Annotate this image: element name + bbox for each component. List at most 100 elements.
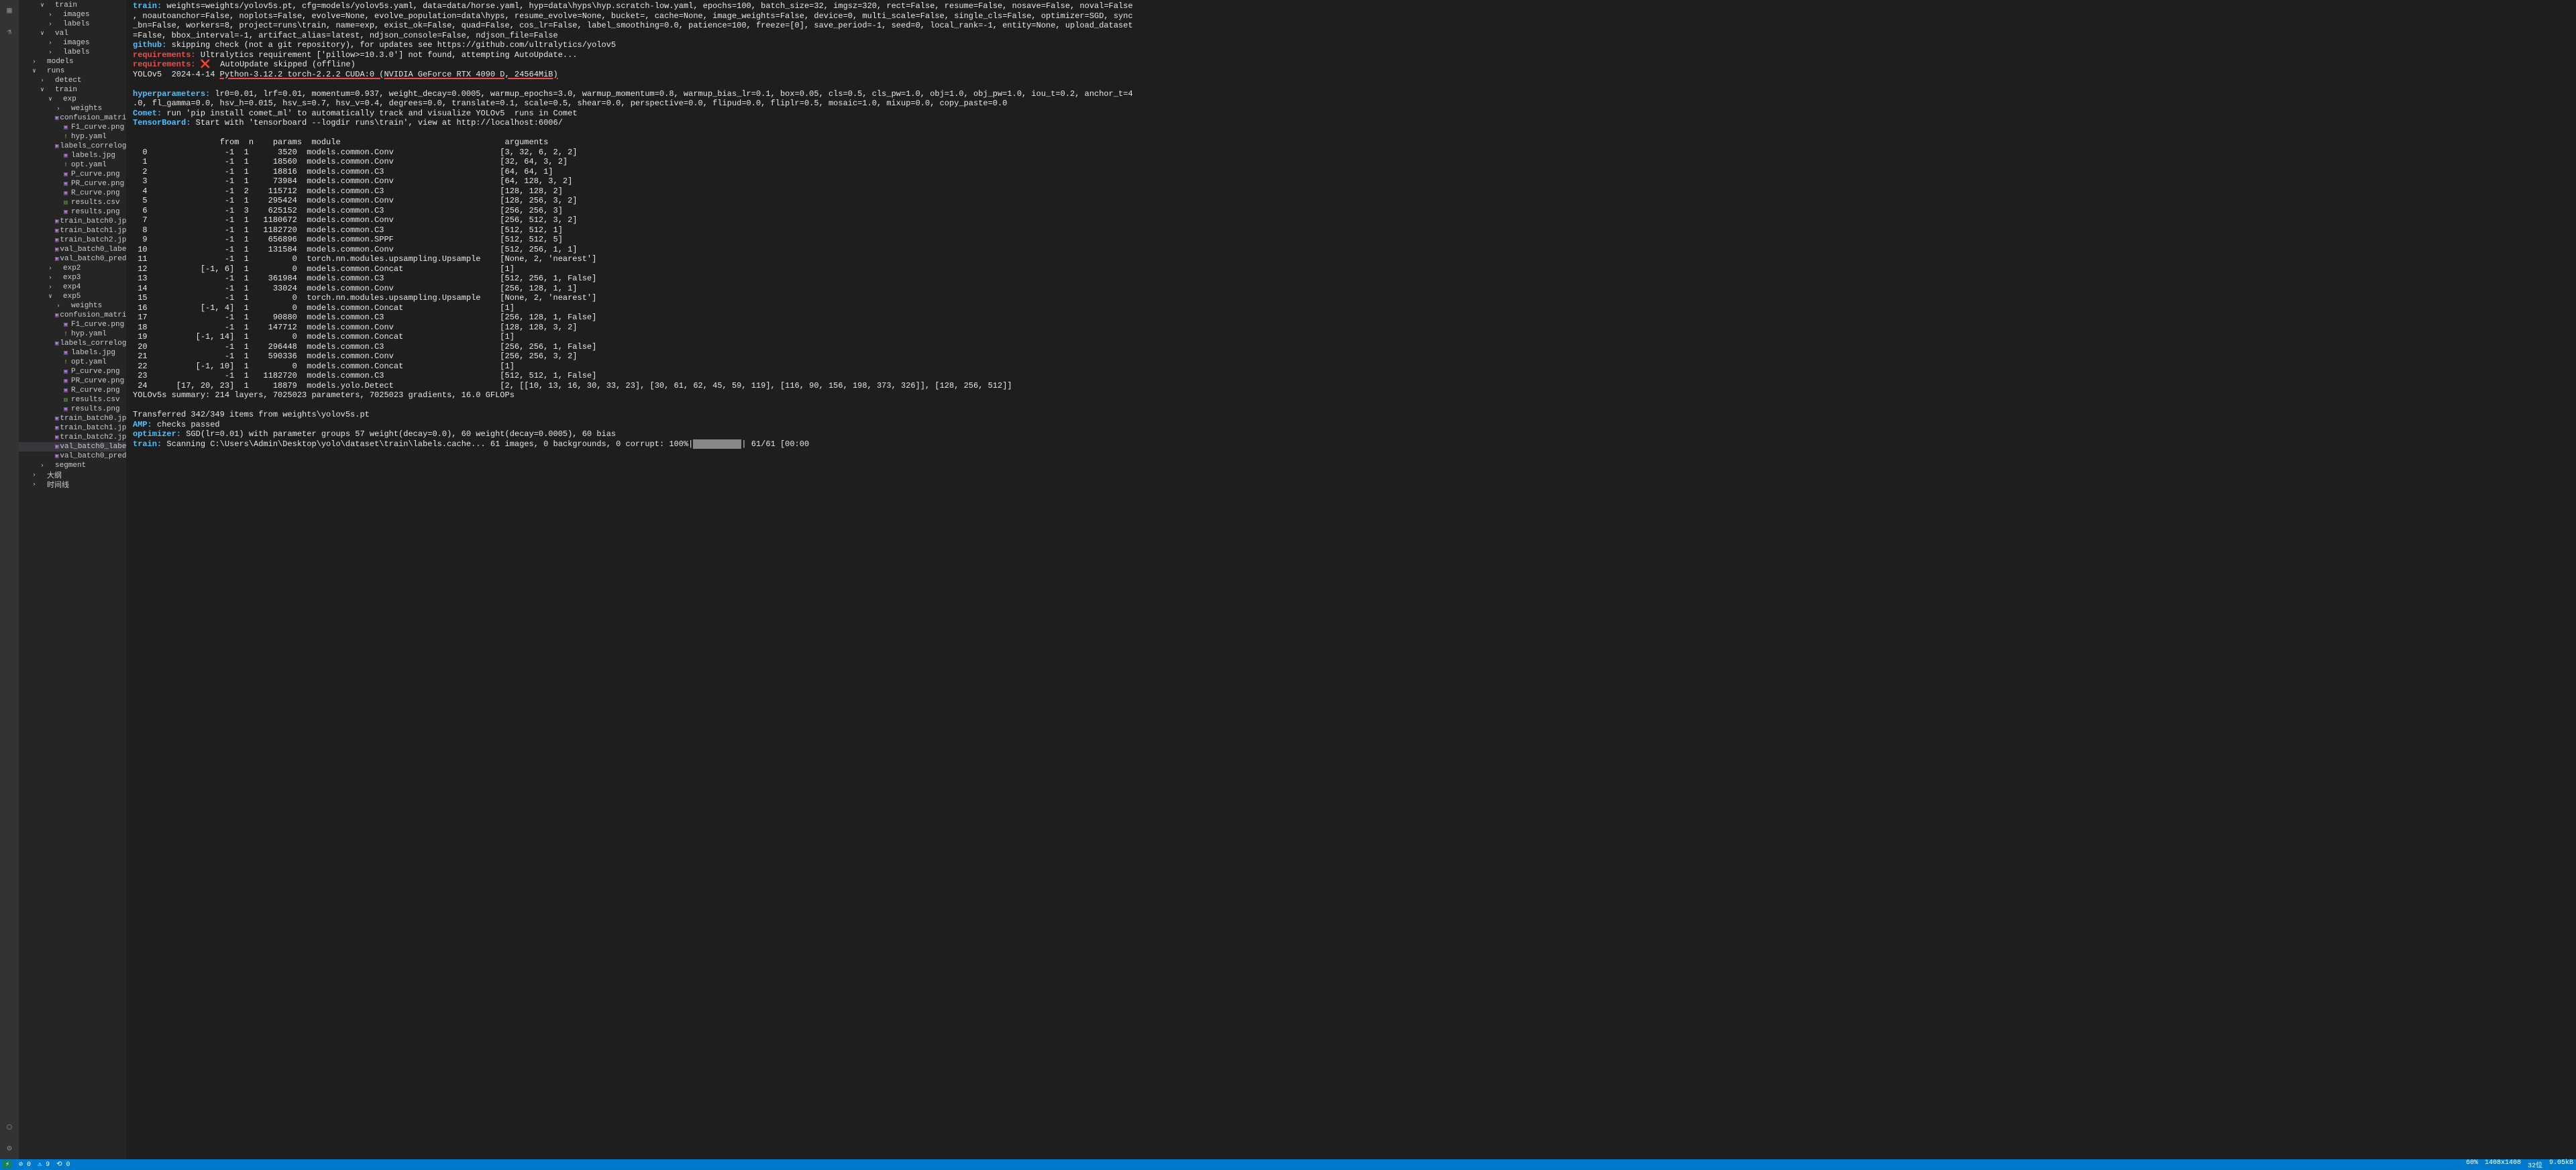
tree-item[interactable]: ▣R_curve.png xyxy=(19,386,126,395)
tree-label: detect xyxy=(55,76,82,85)
tree-item[interactable]: ▣train_batch2.jpg xyxy=(19,235,126,245)
tree-item[interactable]: ▣F1_curve.png xyxy=(19,320,126,329)
file-icon: ▣ xyxy=(55,227,58,234)
tree-item[interactable]: ›labels xyxy=(19,48,126,57)
file-icon: ▣ xyxy=(62,171,70,178)
tree-label: results.csv xyxy=(71,199,120,207)
tree-item[interactable]: ∨exp xyxy=(19,95,126,104)
tree-item[interactable]: ▣PR_curve.png xyxy=(19,179,126,189)
file-icon: ▣ xyxy=(62,152,70,159)
tree-item[interactable]: ▣R_curve.png xyxy=(19,189,126,198)
tree-item[interactable]: ▣confusion_matrix.png xyxy=(19,311,126,320)
tree-item[interactable]: ▣PR_curve.png xyxy=(19,376,126,386)
tree-item[interactable]: ∨train xyxy=(19,85,126,95)
tree-label: hyp.yaml xyxy=(71,133,107,141)
chevron-icon: ∨ xyxy=(39,2,46,9)
status-errors[interactable]: ⊘ 0 xyxy=(19,1161,31,1169)
chevron-icon: › xyxy=(47,265,54,272)
tree-item[interactable]: › 时间线 xyxy=(19,480,126,489)
status-warnings[interactable]: ⚠ 9 xyxy=(38,1161,50,1169)
tree-item[interactable]: › exp2 xyxy=(19,264,126,273)
tree-label: segment xyxy=(55,462,86,470)
tree-item[interactable]: ›weights xyxy=(19,301,126,311)
tree-label: labels xyxy=(63,20,90,28)
tree-item[interactable]: ▣labels_correlogram.jpg xyxy=(19,339,126,348)
tree-item[interactable]: ▣F1_curve.png xyxy=(19,123,126,132)
tree-label: exp2 xyxy=(63,264,80,272)
tree-item[interactable]: › exp3 xyxy=(19,273,126,282)
tree-item[interactable]: ›weights xyxy=(19,104,126,113)
tree-item[interactable]: ▣train_batch0.jpg xyxy=(19,217,126,226)
tree-label: val_batch0_pred.jpg xyxy=(60,452,126,460)
tree-item[interactable]: ▣val_batch0_pred.jpg xyxy=(19,451,126,461)
tree-item[interactable]: !opt.yaml xyxy=(19,358,126,367)
chevron-icon: › xyxy=(31,481,38,488)
tree-item[interactable]: ›segment xyxy=(19,461,126,470)
tree-item[interactable]: ∨exp5 xyxy=(19,292,126,301)
tree-label: 时间线 xyxy=(47,479,69,490)
tree-label: train xyxy=(55,86,77,94)
tree-item[interactable]: ▣val_batch0_pred.jpg xyxy=(19,254,126,264)
status-ports[interactable]: ⟲ 0 xyxy=(56,1161,70,1169)
tree-item[interactable]: ▣confusion_matrix.png xyxy=(19,113,126,123)
tree-item[interactable]: ›images xyxy=(19,10,126,19)
tree-label: train_batch2.jpg xyxy=(60,433,126,441)
tree-label: confusion_matrix.png xyxy=(60,114,126,122)
tree-item[interactable]: ▣P_curve.png xyxy=(19,170,126,179)
tree-item[interactable]: !hyp.yaml xyxy=(19,329,126,339)
gear-icon[interactable]: ⚙ xyxy=(3,1142,15,1154)
tree-item[interactable]: !hyp.yaml xyxy=(19,132,126,142)
tree-item[interactable]: ▣train_batch1.jpg xyxy=(19,423,126,433)
status-remote-icon[interactable]: ⚡ xyxy=(3,1161,12,1169)
file-icon: ▣ xyxy=(55,415,58,422)
status-zoom[interactable]: 60% xyxy=(2466,1159,2478,1170)
tree-item[interactable]: ∨train xyxy=(19,1,126,10)
tree-label: labels_correlogram.jpg xyxy=(60,142,126,150)
tree-item[interactable]: ▣train_batch0.jpg xyxy=(19,414,126,423)
tree-item[interactable]: ›labels xyxy=(19,19,126,29)
testing-icon[interactable]: ⚗ xyxy=(3,25,15,38)
tree-label: exp3 xyxy=(63,274,80,282)
tree-item[interactable]: ▣results.png xyxy=(19,405,126,414)
tree-label: F1_curve.png xyxy=(71,321,124,329)
tree-item[interactable]: ›images xyxy=(19,38,126,48)
file-icon: ▣ xyxy=(62,387,70,394)
tree-item[interactable]: ▣train_batch1.jpg xyxy=(19,226,126,235)
chevron-icon: › xyxy=(31,58,38,65)
account-icon[interactable]: ◯ xyxy=(3,1120,15,1132)
chevron-icon: › xyxy=(47,274,54,281)
file-explorer[interactable]: ∨train›images›labels∨val›images›labels›m… xyxy=(19,0,126,1159)
file-icon: ▣ xyxy=(55,340,58,347)
tree-item[interactable]: ▣results.png xyxy=(19,207,126,217)
extensions-icon[interactable]: ▦ xyxy=(3,4,15,16)
tree-label: P_curve.png xyxy=(71,170,120,178)
tree-item[interactable]: ›exp4 xyxy=(19,282,126,292)
tree-item[interactable]: ›大纲 xyxy=(19,470,126,480)
tree-item[interactable]: ▣labels.jpg xyxy=(19,151,126,160)
file-icon: ! xyxy=(62,162,70,168)
file-icon: ▣ xyxy=(55,246,58,253)
file-icon: ▣ xyxy=(62,350,70,356)
tree-item[interactable]: › detect xyxy=(19,76,126,85)
tree-item[interactable]: ▣val_batch0_labels.jpg xyxy=(19,245,126,254)
status-filesize: 9.05kB xyxy=(2549,1159,2573,1170)
tree-item[interactable]: ∨runs xyxy=(19,66,126,76)
tree-item[interactable]: ›models xyxy=(19,57,126,66)
tree-item[interactable]: !opt.yaml xyxy=(19,160,126,170)
terminal-output[interactable]: train: weights=weights/yolov5s.pt, cfg=m… xyxy=(126,0,2576,1159)
tree-label: val_batch0_pred.jpg xyxy=(60,255,126,263)
file-icon: ▣ xyxy=(55,443,58,450)
tree-item[interactable]: ▣val_batch0_labels.jpg xyxy=(19,442,126,451)
tree-item[interactable]: ∨val xyxy=(19,29,126,38)
tree-item[interactable]: ▤results.csv xyxy=(19,198,126,207)
chevron-icon: ∨ xyxy=(39,30,46,37)
tree-item[interactable]: ▣train_batch2.jpg xyxy=(19,433,126,442)
tree-label: train_batch1.jpg xyxy=(60,424,126,432)
tree-item[interactable]: ▤results.csv xyxy=(19,395,126,405)
chevron-icon: › xyxy=(39,77,46,84)
file-icon: ▣ xyxy=(55,312,58,319)
tree-item[interactable]: ▣labels_correlogram.jpg xyxy=(19,142,126,151)
tree-item[interactable]: ▣labels.jpg xyxy=(19,348,126,358)
tree-item[interactable]: ▣P_curve.png xyxy=(19,367,126,376)
tree-label: train_batch1.jpg xyxy=(60,227,126,235)
